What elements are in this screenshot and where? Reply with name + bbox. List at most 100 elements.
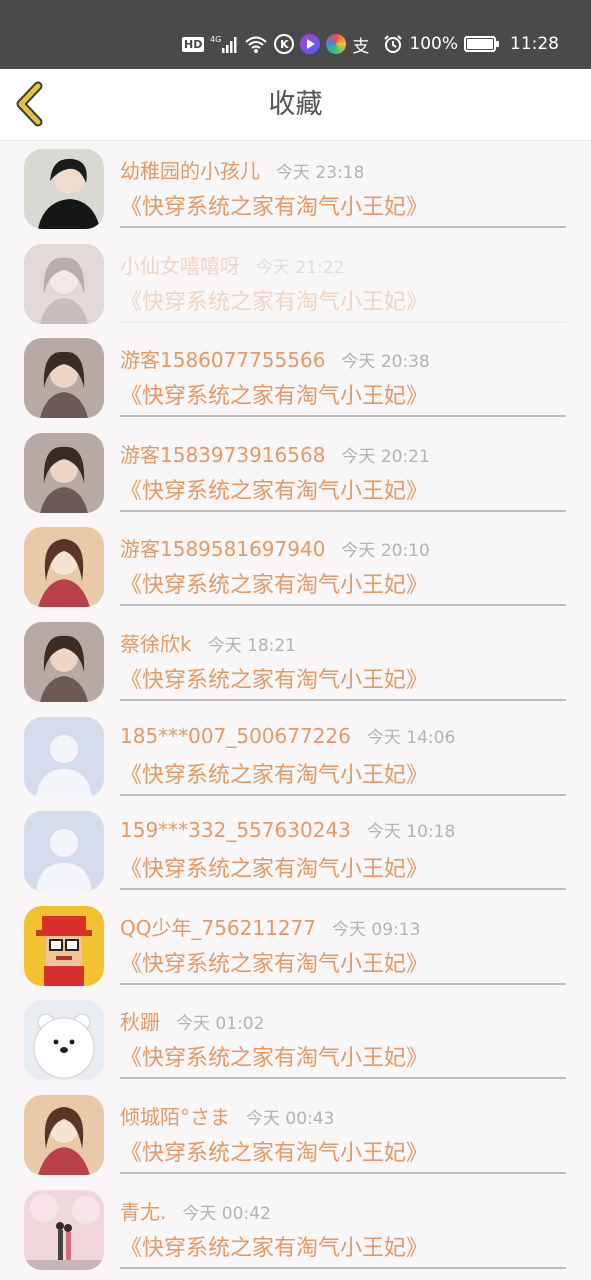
favorite-item[interactable]: 185***007_500677226 今天 14:06 《快穿系统之家有淘气小王妃… — [0, 709, 591, 804]
timestamp: 今天 01:02 — [176, 1014, 265, 1035]
status-icons: HD 4G K 支 100% 11:28 — [182, 30, 559, 58]
divider — [120, 698, 566, 701]
divider — [120, 604, 566, 607]
girl-avatar — [24, 621, 104, 702]
avatar[interactable] — [24, 338, 104, 419]
user-name: 159***332_557630243 — [120, 818, 351, 843]
avatar[interactable] — [24, 811, 104, 892]
favorite-item[interactable]: 青尢. 今天 00:42 《快穿系统之家有淘气小王妃》 — [0, 1182, 591, 1277]
qq-pixel-avatar — [24, 905, 104, 986]
item-header: 青尢. 今天 00:42 — [120, 1196, 271, 1225]
book-title[interactable]: 《快穿系统之家有淘气小王妃》 — [120, 946, 428, 978]
favorite-item[interactable]: 蔡徐欣k 今天 18:21 《快穿系统之家有淘气小王妃》 — [0, 614, 591, 709]
book-title[interactable]: 《快穿系统之家有淘气小王妃》 — [120, 284, 428, 316]
default-user-avatar — [24, 811, 104, 892]
timestamp: 今天 09:13 — [332, 919, 421, 940]
item-header: 游客1583973916568 今天 20:21 — [120, 439, 430, 468]
network-type-label: 4G — [210, 35, 221, 44]
user-name: 185***007_500677226 — [120, 723, 351, 748]
book-title[interactable]: 《快穿系统之家有淘气小王妃》 — [120, 851, 428, 883]
item-header: 蔡徐欣k 今天 18:21 — [120, 628, 296, 657]
timestamp: 今天 10:18 — [366, 822, 456, 843]
divider — [120, 1266, 566, 1269]
item-header: 游客1589581697940 今天 20:10 — [120, 533, 430, 562]
battery-icon — [464, 36, 499, 52]
user-name: 蔡徐欣k — [120, 631, 192, 656]
divider — [120, 320, 566, 323]
book-title[interactable]: 《快穿系统之家有淘气小王妃》 — [120, 189, 428, 221]
user-name: 倾城陌°さま — [120, 1104, 230, 1129]
avatar[interactable] — [24, 621, 104, 702]
item-header: 幼稚园的小孩儿 今天 23:18 — [120, 155, 364, 184]
favorite-item[interactable]: QQ少年_756211277 今天 09:13 《快穿系统之家有淘气小王妃》 — [0, 898, 591, 993]
timestamp: 今天 20:21 — [341, 446, 430, 467]
alipay-icon: 支 — [352, 36, 370, 57]
item-header: 倾城陌°さま 今天 00:43 — [120, 1101, 334, 1130]
book-title[interactable]: 《快穿系统之家有淘气小王妃》 — [120, 662, 428, 694]
user-name: 幼稚园的小孩儿 — [120, 159, 260, 183]
divider — [120, 1171, 566, 1174]
user-name: 游客1583973916568 — [120, 442, 326, 467]
user-name: QQ少年_756211277 — [120, 915, 317, 940]
item-header: 秋跚 今天 01:02 — [120, 1006, 264, 1035]
book-title[interactable]: 《快穿系统之家有淘气小王妃》 — [120, 473, 428, 505]
wifi-icon — [244, 34, 268, 54]
timestamp: 今天 21:22 — [256, 257, 345, 278]
favorite-item[interactable]: 秋跚 今天 01:02 《快穿系统之家有淘气小王妃》 — [0, 992, 591, 1087]
color-app-icon — [326, 34, 347, 54]
favorite-item[interactable]: 游客1586077755566 今天 20:38 《快穿系统之家有淘气小王妃》 — [0, 330, 591, 425]
avatar[interactable] — [24, 1094, 104, 1175]
anime-girl-avatar — [24, 527, 104, 608]
timestamp: 今天 00:42 — [182, 1203, 271, 1224]
girl-avatar — [24, 243, 104, 324]
girl-avatar — [24, 432, 104, 513]
avatar[interactable] — [24, 149, 104, 229]
divider — [120, 415, 566, 418]
clock-time: 11:28 — [510, 34, 559, 54]
avatar[interactable] — [24, 1189, 104, 1270]
favorite-item[interactable]: 幼稚园的小孩儿 今天 23:18 《快穿系统之家有淘气小王妃》 — [0, 141, 591, 236]
timestamp: 今天 14:06 — [366, 727, 456, 748]
user-name: 游客1586077755566 — [120, 348, 326, 373]
anime-girl-avatar — [24, 1094, 104, 1175]
avatar[interactable] — [24, 432, 104, 513]
timestamp: 今天 20:38 — [341, 352, 430, 373]
favorite-item[interactable]: 游客1589581697940 今天 20:10 《快穿系统之家有淘气小王妃》 — [0, 519, 591, 614]
book-title[interactable]: 《快穿系统之家有淘气小王妃》 — [120, 1230, 428, 1262]
signal-icon: 4G — [210, 34, 238, 54]
title-bar: 收藏 — [0, 69, 591, 141]
user-name: 游客1589581697940 — [120, 537, 326, 562]
avatar[interactable] — [24, 1000, 104, 1081]
couple-blossom-avatar — [24, 1189, 104, 1270]
avatar[interactable] — [24, 716, 104, 797]
battery-percent: 100% — [409, 34, 458, 54]
book-title[interactable]: 《快穿系统之家有淘气小王妃》 — [120, 1040, 428, 1072]
book-title[interactable]: 《快穿系统之家有淘气小王妃》 — [120, 757, 428, 789]
avatar[interactable] — [24, 243, 104, 324]
favorite-item[interactable]: 倾城陌°さま 今天 00:43 《快穿系统之家有淘气小王妃》 — [0, 1087, 591, 1182]
timestamp: 今天 00:43 — [246, 1108, 335, 1129]
favorite-item[interactable]: 游客1583973916568 今天 20:21 《快穿系统之家有淘气小王妃》 — [0, 425, 591, 520]
user-name: 秋跚 — [120, 1010, 160, 1035]
book-title[interactable]: 《快穿系统之家有淘气小王妃》 — [120, 567, 428, 599]
favorite-item[interactable]: 小仙女嘻嘻呀 今天 21:22 《快穿系统之家有淘气小王妃》 — [0, 236, 591, 331]
default-user-avatar — [24, 716, 104, 797]
avatar[interactable] — [24, 905, 104, 986]
dark-hair-boy-avatar — [24, 149, 104, 229]
hd-icon: HD — [182, 36, 205, 52]
favorites-list: 幼稚园的小孩儿 今天 23:18 《快穿系统之家有淘气小王妃》 小仙女嘻嘻呀 今天 21… — [0, 141, 591, 1276]
user-name: 青尢. — [120, 1199, 167, 1224]
book-title[interactable]: 《快穿系统之家有淘气小王妃》 — [120, 378, 428, 410]
alarm-icon — [383, 34, 403, 54]
book-title[interactable]: 《快穿系统之家有淘气小王妃》 — [120, 1135, 428, 1167]
item-header: 159***332_557630243 今天 10:18 — [120, 817, 455, 842]
timestamp: 今天 23:18 — [276, 163, 365, 183]
item-header: 游客1586077755566 今天 20:38 — [120, 344, 430, 373]
favorite-item[interactable]: 159***332_557630243 今天 10:18 《快穿系统之家有淘气小王妃… — [0, 803, 591, 898]
timestamp: 今天 20:10 — [341, 541, 430, 562]
item-header: 185***007_500677226 今天 14:06 — [120, 723, 455, 748]
page-title: 收藏 — [268, 89, 323, 120]
status-bar: HD 4G K 支 100% 11:28 — [0, 0, 591, 69]
divider — [120, 888, 566, 891]
avatar[interactable] — [24, 527, 104, 608]
